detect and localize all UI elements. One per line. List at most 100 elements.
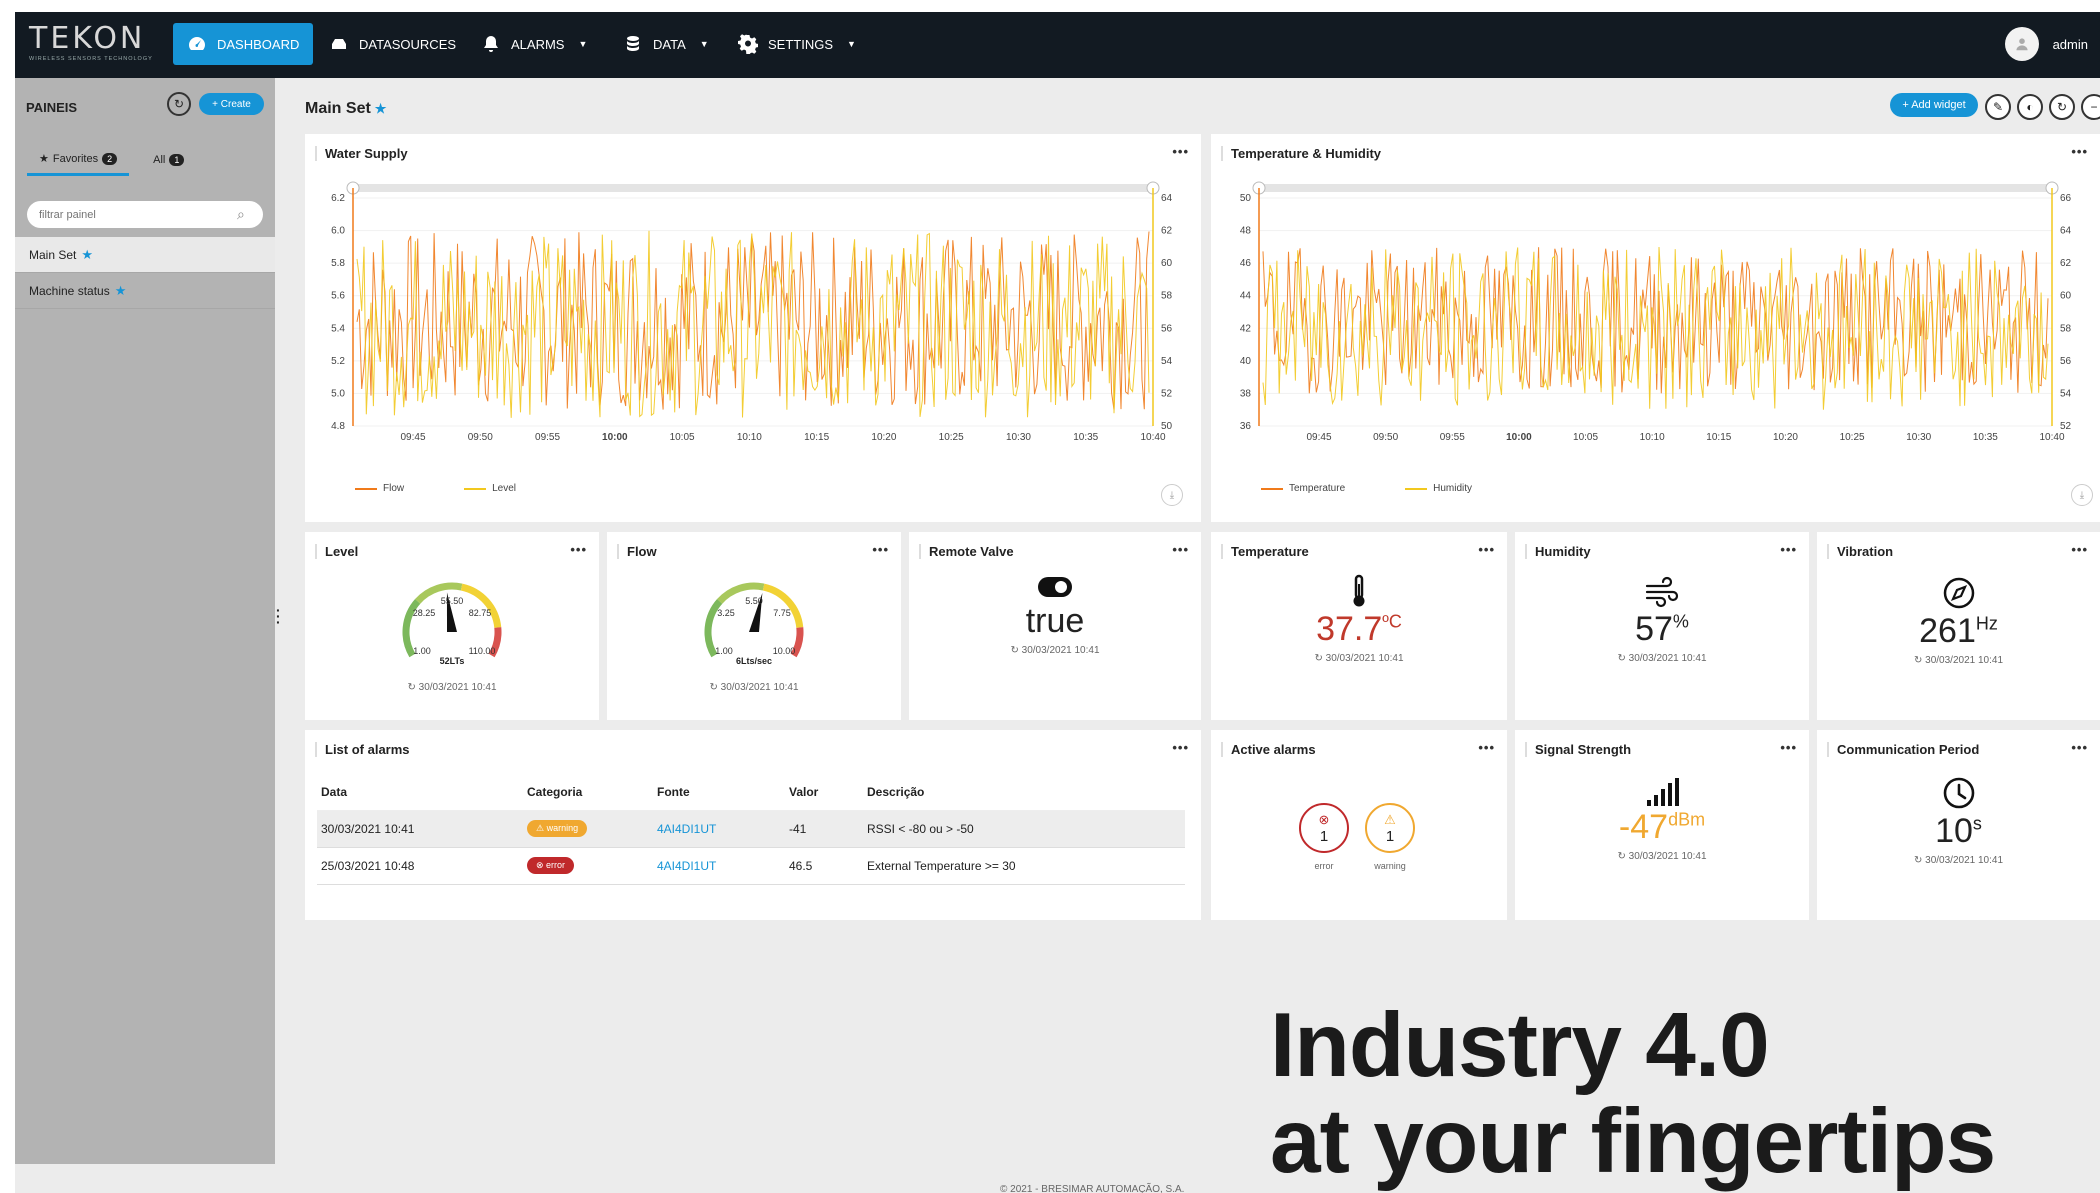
table-header-row: Data Categoria Fonte Valor Descrição — [317, 774, 1185, 811]
timestamp: ↻ 30/03/2021 10:41 — [1617, 653, 1707, 664]
sidebar-item-machine-status[interactable]: Machine status ★ — [15, 273, 275, 309]
error-counter[interactable]: ⊗ 1 error — [1299, 803, 1349, 871]
water-supply-chart[interactable]: 4.8 50 5.0 52 5.2 54 5.4 56 5.6 58 5.8 60 6.0 62 6.2 64… — [305, 174, 1201, 494]
legend-label: Temperature — [1289, 483, 1346, 494]
toggle-icon[interactable] — [1037, 576, 1073, 598]
column-header[interactable]: Data — [317, 774, 523, 811]
y-tick-left: 4.8 — [331, 421, 345, 432]
star-icon[interactable]: ★ — [115, 283, 127, 299]
timestamp: ↻ 30/03/2021 10:41 — [1314, 653, 1404, 664]
add-widget-button[interactable]: + Add widget — [1890, 93, 1978, 117]
cell-data: 30/03/2021 10:41 — [317, 810, 523, 848]
table-row[interactable]: 25/03/2021 10:48 ⊗ error 4AI4DI1UT 46.5 … — [317, 847, 1185, 885]
range-slider — [353, 184, 1153, 192]
series-line-level — [356, 230, 1150, 418]
warning-counter[interactable]: ⚠ 1 warning — [1365, 803, 1415, 871]
widget-body: 57% ↻ 30/03/2021 10:41 — [1515, 576, 1809, 664]
sidebar-item-main-set[interactable]: Main Set ★ — [15, 237, 275, 273]
sidebar-resize-handle[interactable]: · · · — [276, 603, 281, 629]
legend-item-humidity[interactable]: Humidity — [1405, 483, 1472, 494]
column-header[interactable]: Valor — [785, 774, 863, 811]
sidebar-item-label: Main Set — [29, 247, 77, 262]
more-button[interactable]: − — [2081, 94, 2100, 120]
x-tick-label: 10:15 — [804, 432, 829, 443]
edit-button[interactable]: ✎ — [1985, 94, 2011, 120]
nav-dashboard[interactable]: DASHBOARD — [173, 23, 314, 65]
x-tick-label: 10:40 — [2039, 432, 2064, 443]
timestamp: ↻ 30/03/2021 10:41 — [1010, 645, 1100, 656]
warning-icon: ⚠ — [1384, 811, 1396, 827]
widget-title: Signal Strength — [1525, 742, 1631, 757]
reload-button[interactable]: ↻ — [2049, 94, 2075, 120]
error-circle: ⊗ 1 — [1299, 803, 1349, 853]
datasources-icon — [332, 39, 346, 49]
comm-period-value: 10s — [1935, 812, 1982, 851]
tab-all[interactable]: All 1 — [141, 148, 196, 176]
x-tick-label: 10:25 — [1840, 432, 1865, 443]
signal-value: -47dBm — [1619, 808, 1705, 847]
legend-item-flow[interactable]: Flow — [355, 483, 404, 494]
widget-menu-button[interactable]: ••• — [1780, 740, 1797, 755]
nav-datasources[interactable]: DATASOURCES — [315, 23, 470, 65]
x-tick-label: 10:25 — [939, 432, 964, 443]
chevron-down-icon: ▼ — [699, 39, 709, 49]
filter-input[interactable] — [27, 201, 263, 228]
database-icon — [627, 36, 639, 51]
refresh-button[interactable]: ↻ — [167, 92, 191, 116]
warning-count: 1 — [1385, 827, 1395, 845]
widget-menu-button[interactable]: ••• — [2071, 740, 2088, 755]
column-header[interactable]: Fonte — [653, 774, 785, 811]
table-row[interactable]: 30/03/2021 10:41 ⚠ warning 4AI4DI1UT -41… — [317, 810, 1185, 848]
widget-menu-button[interactable]: ••• — [872, 542, 889, 557]
widget-menu-button[interactable]: ••• — [1780, 542, 1797, 557]
legend-item-level[interactable]: Level — [464, 483, 516, 494]
download-icon[interactable]: ⤓ — [2071, 484, 2093, 506]
widget-menu-button[interactable]: ••• — [1172, 740, 1189, 755]
user-menu[interactable]: admin — [2004, 27, 2088, 61]
logo[interactable]: TEKON WIRELESS SENSORS TECHNOLOGY — [29, 24, 153, 63]
cell-fonte-link[interactable]: 4AI4DI1UT — [653, 847, 785, 885]
chevron-down-icon: ▼ — [847, 39, 856, 49]
nav-data[interactable]: DATA ▼ — [609, 23, 723, 65]
create-button[interactable]: + Create — [199, 93, 264, 115]
gauge-tick-label: 55.50 — [441, 596, 464, 606]
y-tick-left: 5.0 — [331, 388, 345, 399]
legend-item-temperature[interactable]: Temperature — [1261, 483, 1345, 494]
widget-menu-button[interactable]: ••• — [2071, 542, 2088, 557]
refresh-icon: ↻ — [173, 97, 185, 111]
sidebar-item-label: Machine status — [29, 283, 110, 298]
download-icon[interactable]: ⤓ — [1161, 484, 1183, 506]
cell-categoria: ⚠ warning — [523, 810, 653, 848]
widget-menu-button[interactable]: ••• — [1478, 740, 1495, 755]
gauge-value-label: 52LTs — [440, 656, 465, 666]
timestamp-text: 30/03/2021 10:41 — [1021, 645, 1100, 656]
gauge-tick-label: 28.25 — [413, 608, 436, 618]
column-header[interactable]: Descrição — [863, 774, 1185, 811]
column-header[interactable]: Categoria — [523, 774, 653, 811]
legend-label: Flow — [383, 483, 405, 494]
y-tick-right: 66 — [2060, 193, 2072, 204]
cell-fonte-link[interactable]: 4AI4DI1UT — [653, 810, 785, 848]
widget-menu-button[interactable]: ••• — [2071, 144, 2088, 159]
tab-favorites[interactable]: ★ Favorites 2 — [27, 148, 130, 176]
widget-menu-button[interactable]: ••• — [1478, 542, 1495, 557]
widget-menu-button[interactable]: ••• — [1172, 542, 1189, 557]
nav-settings[interactable]: SETTINGS ▼ — [724, 23, 870, 65]
flow-widget: Flow ••• 3.25 5.50 7.75 1.00 10.00 6Lts/sec ↻… — [607, 532, 901, 720]
footer-copyright: © 2021 - BRESIMAR AUTOMAÇÃO, S.A. — [1000, 1184, 1185, 1193]
star-icon[interactable]: ★ — [81, 247, 93, 263]
slogan-line-1: Industry 4.0 — [1270, 995, 1770, 1096]
communication-period-widget: Communication Period ••• 10s ↻ 30/03/202… — [1817, 730, 2100, 920]
temperature-humidity-chart[interactable]: 36 52 38 54 40 56 42 58 44 60 46 62 48 64 50 66 09:45 09:… — [1211, 174, 2100, 494]
star-icon[interactable]: ★ — [375, 101, 387, 117]
share-button[interactable]: ◐ — [2017, 94, 2043, 120]
value-number: 10 — [1935, 812, 1973, 850]
widget-menu-button[interactable]: ••• — [570, 542, 587, 557]
nav-data-label: DATA — [653, 36, 686, 52]
warning-circle: ⚠ 1 — [1365, 803, 1415, 853]
gauge-tick-label: 1.00 — [413, 646, 431, 656]
temperature-humidity-widget: Temperature & Humidity ••• 36 52 38 54 40 56 4… — [1211, 134, 2100, 522]
y-tick-left: 5.6 — [331, 291, 345, 302]
nav-alarms[interactable]: ALARMS ▼ — [467, 23, 601, 65]
widget-menu-button[interactable]: ••• — [1172, 144, 1189, 159]
